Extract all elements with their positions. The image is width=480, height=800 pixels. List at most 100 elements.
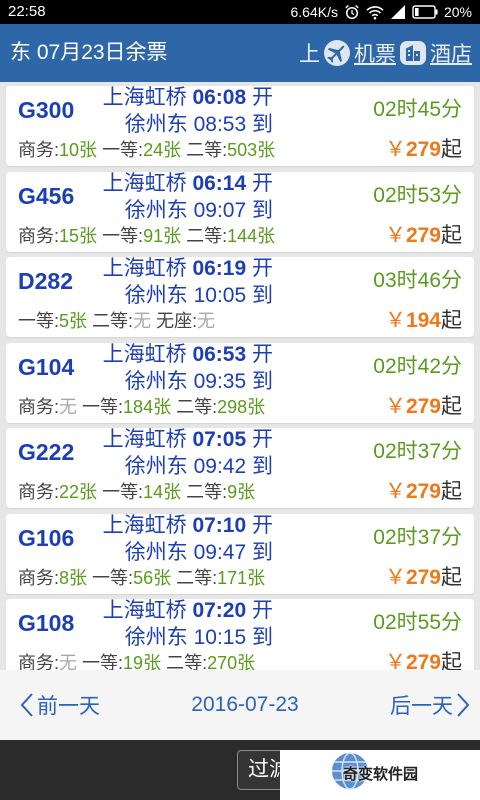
seat-availability: 商务:10张 一等:24张 二等:503张 — [18, 139, 275, 161]
seat-count: 503张 — [227, 140, 276, 160]
departure-line: 上海虹桥 07:05 开 — [103, 428, 273, 452]
departure-line: 上海虹桥 06:19 开 — [103, 257, 273, 281]
watermark-text: 奇变软件园 — [343, 766, 419, 783]
app-header: 东 07月23日余票 上 机票 酒店 — [0, 24, 480, 82]
price-suffix: 起 — [441, 223, 462, 247]
wifi-icon — [366, 4, 384, 20]
train-card[interactable]: G300 上海虹桥 06:08 开 徐州东 08:53 到 02时45分 商务:… — [6, 86, 474, 166]
plane-icon[interactable] — [323, 39, 351, 67]
seat-class-label: 无座: — [156, 311, 198, 331]
trip-duration: 02时45分 — [373, 98, 462, 121]
train-card[interactable]: G222 上海虹桥 07:05 开 徐州东 09:42 到 02时37分 商务:… — [6, 428, 474, 508]
departure-station: 上海虹桥 — [102, 257, 187, 280]
seat-group: 二等:171张 — [176, 568, 265, 588]
trip-duration: 03时46分 — [373, 269, 462, 292]
seat-class-label: 一等: — [102, 140, 144, 160]
seat-class-label: 商务: — [18, 567, 60, 588]
next-day-button[interactable]: 后一天 — [390, 670, 470, 740]
train-number: G456 — [18, 182, 75, 209]
arrival-suffix: 到 — [252, 455, 273, 478]
seat-count: 无 — [133, 311, 152, 331]
arrival-time: 09:35 — [193, 369, 247, 393]
trip-duration: 02时53分 — [373, 183, 462, 207]
departure-time: 06:19 — [192, 257, 247, 280]
seat-availability: 一等:5张 二等:无 无座:无 — [18, 310, 215, 332]
seat-count: 无 — [197, 311, 216, 331]
route-marquee-fragment: 上 — [299, 43, 320, 66]
train-number: D282 — [18, 268, 73, 294]
price: ￥279起 — [385, 138, 462, 162]
page-title: 东 07月23日余票 — [10, 41, 168, 64]
arrival-suffix: 到 — [252, 369, 273, 393]
departure-station: 上海虹桥 — [102, 599, 187, 622]
arrival-line: 徐州东 09:42 到 — [125, 455, 273, 479]
trip-duration: 02时37分 — [373, 525, 462, 549]
battery-icon — [412, 5, 438, 19]
price-suffix: 起 — [441, 565, 462, 589]
train-card[interactable]: G104 上海虹桥 06:53 开 徐州东 09:35 到 02时42分 商务:… — [6, 342, 474, 423]
flight-tickets-link[interactable]: 机票 — [354, 38, 396, 68]
arrival-line: 徐州东 10:05 到 — [125, 284, 273, 308]
price: ￥279起 — [385, 566, 462, 590]
price-suffix: 起 — [441, 651, 462, 670]
price-amount: 279 — [405, 565, 441, 589]
train-list[interactable]: G300 上海虹桥 06:08 开 徐州东 08:53 到 02时45分 商务:… — [0, 82, 480, 670]
trip-duration: 02时37分 — [373, 440, 462, 463]
departure-suffix: 开 — [252, 599, 273, 622]
hotel-link[interactable]: 酒店 — [430, 38, 472, 68]
seat-count: 10张 — [59, 140, 98, 160]
seat-class-label: 商务: — [18, 653, 60, 670]
seat-group: 商务:15张 — [18, 226, 97, 246]
departure-time: 06:53 — [192, 342, 247, 366]
departure-station: 上海虹桥 — [102, 86, 187, 109]
departure-line: 上海虹桥 07:10 开 — [103, 514, 273, 538]
arrival-suffix: 到 — [252, 198, 273, 222]
price-suffix: 起 — [441, 480, 462, 503]
departure-station: 上海虹桥 — [102, 428, 187, 451]
next-day-label: 后一天 — [390, 695, 453, 718]
arrival-line: 徐州东 08:53 到 — [125, 113, 273, 137]
arrival-station: 徐州东 — [124, 626, 188, 649]
train-number: G300 — [18, 97, 75, 123]
seat-class-label: 一等: — [102, 225, 144, 246]
hotel-icon[interactable] — [399, 39, 427, 67]
train-card[interactable]: G108 上海虹桥 07:20 开 徐州东 10:15 到 02时55分 商务:… — [6, 599, 474, 670]
price-amount: 279 — [405, 223, 441, 247]
train-card[interactable]: D282 上海虹桥 06:19 开 徐州东 10:05 到 03时46分 一等:… — [6, 257, 474, 337]
seat-count: 14张 — [143, 482, 182, 502]
seat-count: 56张 — [133, 567, 172, 588]
departure-line: 上海虹桥 06:08 开 — [103, 86, 273, 110]
departure-suffix: 开 — [252, 86, 273, 109]
departure-station: 上海虹桥 — [102, 171, 187, 195]
seat-class-label: 二等: — [166, 653, 208, 670]
seat-class-label: 商务: — [18, 482, 60, 502]
seat-class-label: 一等: — [102, 482, 144, 502]
seat-class-label: 二等: — [176, 396, 218, 417]
currency-symbol: ￥ — [384, 480, 406, 503]
currency-symbol: ￥ — [384, 138, 406, 161]
battery-percent: 20% — [443, 4, 472, 20]
seat-class-label: 二等: — [186, 140, 228, 160]
arrival-suffix: 到 — [252, 284, 273, 307]
price: ￥279起 — [385, 651, 462, 670]
seat-group: 一等:91张 — [102, 226, 181, 246]
status-bar: 22:58 6.64K/s 20% — [0, 0, 480, 24]
arrival-time: 08:53 — [193, 113, 247, 136]
departure-station: 上海虹桥 — [102, 513, 187, 537]
train-card[interactable]: G456 上海虹桥 06:14 开 徐州东 09:07 到 02时53分 商务:… — [6, 171, 474, 252]
bottom-toolbar: 过滤 奇变软件园 — [0, 740, 480, 800]
seat-class-label: 一等: — [92, 567, 134, 588]
train-number: G104 — [18, 353, 75, 380]
price: ￥279起 — [385, 395, 462, 419]
price-amount: 279 — [405, 651, 441, 670]
train-card[interactable]: G106 上海虹桥 07:10 开 徐州东 09:47 到 02时37分 商务:… — [6, 513, 474, 594]
price: ￥279起 — [385, 224, 462, 248]
departure-line: 上海虹桥 06:53 开 — [103, 343, 273, 367]
arrival-station: 徐州东 — [124, 455, 188, 478]
seat-count: 22张 — [59, 482, 98, 502]
seat-count: 无 — [59, 653, 78, 670]
seat-availability: 商务:无 一等:19张 二等:270张 — [18, 652, 255, 670]
currency-symbol: ￥ — [384, 309, 406, 332]
departure-time: 06:14 — [192, 171, 247, 195]
arrival-time: 09:42 — [193, 455, 247, 478]
